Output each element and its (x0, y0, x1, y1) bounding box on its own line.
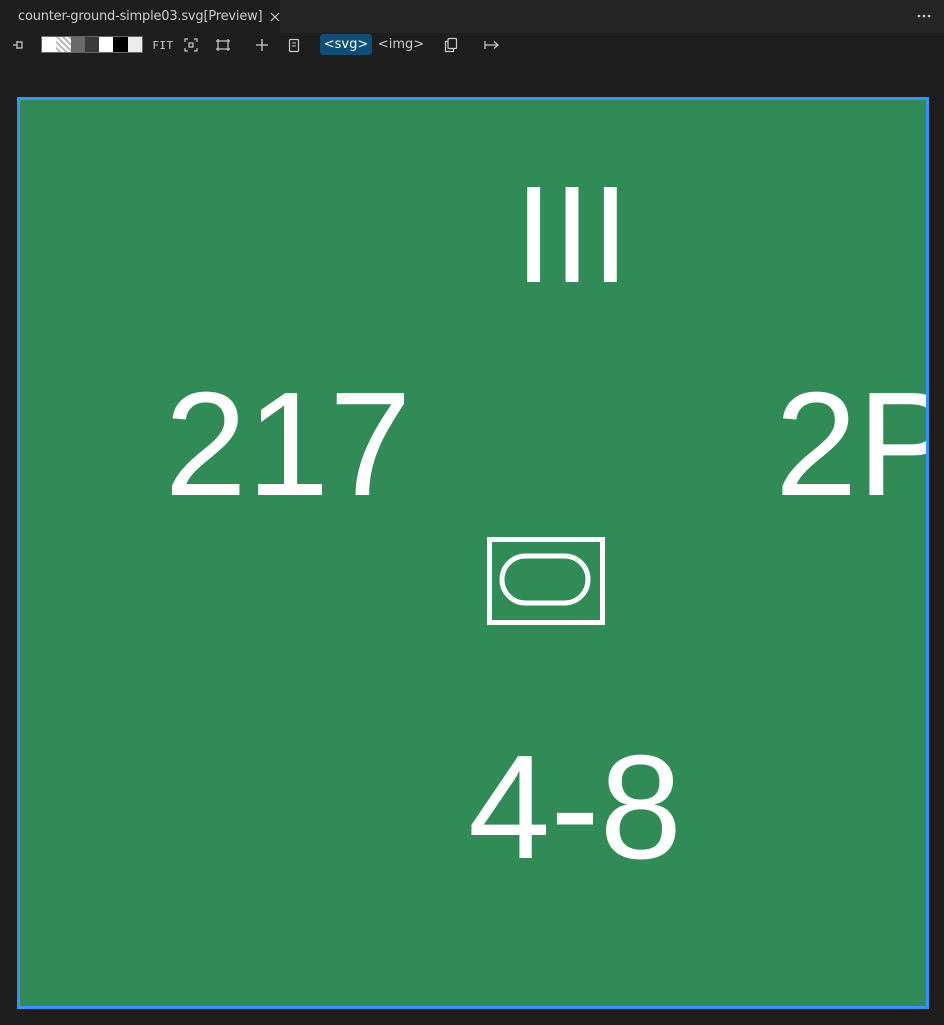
actual-size-icon[interactable] (213, 33, 233, 57)
mechanized-infantry-symbol (487, 537, 605, 625)
swatch-gray[interactable] (70, 37, 85, 52)
swatch-white[interactable] (42, 37, 57, 52)
swatch-black[interactable] (113, 37, 128, 52)
swatch-white-2[interactable] (99, 37, 114, 52)
document-icon[interactable] (286, 33, 302, 57)
editor-tab-preview[interactable]: counter-ground-simple03.svg[Preview] (0, 0, 280, 33)
swatch-checker[interactable] (56, 37, 71, 52)
parent-unit-label: 2P (775, 362, 926, 527)
swatch-dark[interactable] (84, 37, 100, 52)
add-icon[interactable] (253, 33, 271, 57)
svg-mode-button[interactable]: <svg> (320, 34, 372, 55)
export-arrow-icon[interactable] (482, 33, 502, 57)
background-swatches[interactable] (41, 36, 143, 53)
copy-icon[interactable] (442, 33, 460, 57)
svg-preview-canvas: III 217 2P 4-8 (17, 97, 929, 1009)
unit-id-label: 217 (165, 362, 412, 527)
preview-toolbar: FIT <svg> <img> (0, 33, 944, 57)
fit-button[interactable]: FIT (150, 33, 176, 57)
swatch-light[interactable] (127, 37, 142, 52)
more-actions-icon[interactable] (914, 8, 934, 24)
combat-values-label: 4-8 (468, 725, 682, 890)
unit-size-marking: III (514, 158, 629, 312)
counter-graphic: III 217 2P 4-8 (165, 158, 926, 890)
pin-icon[interactable] (9, 33, 27, 57)
editor-tab-bar: counter-ground-simple03.svg[Preview] (0, 0, 944, 33)
img-mode-button[interactable]: <img> (376, 34, 426, 55)
close-tab-icon[interactable] (270, 9, 280, 25)
zoom-fit-icon[interactable] (181, 33, 201, 57)
tab-title: counter-ground-simple03.svg[Preview] (18, 9, 263, 24)
